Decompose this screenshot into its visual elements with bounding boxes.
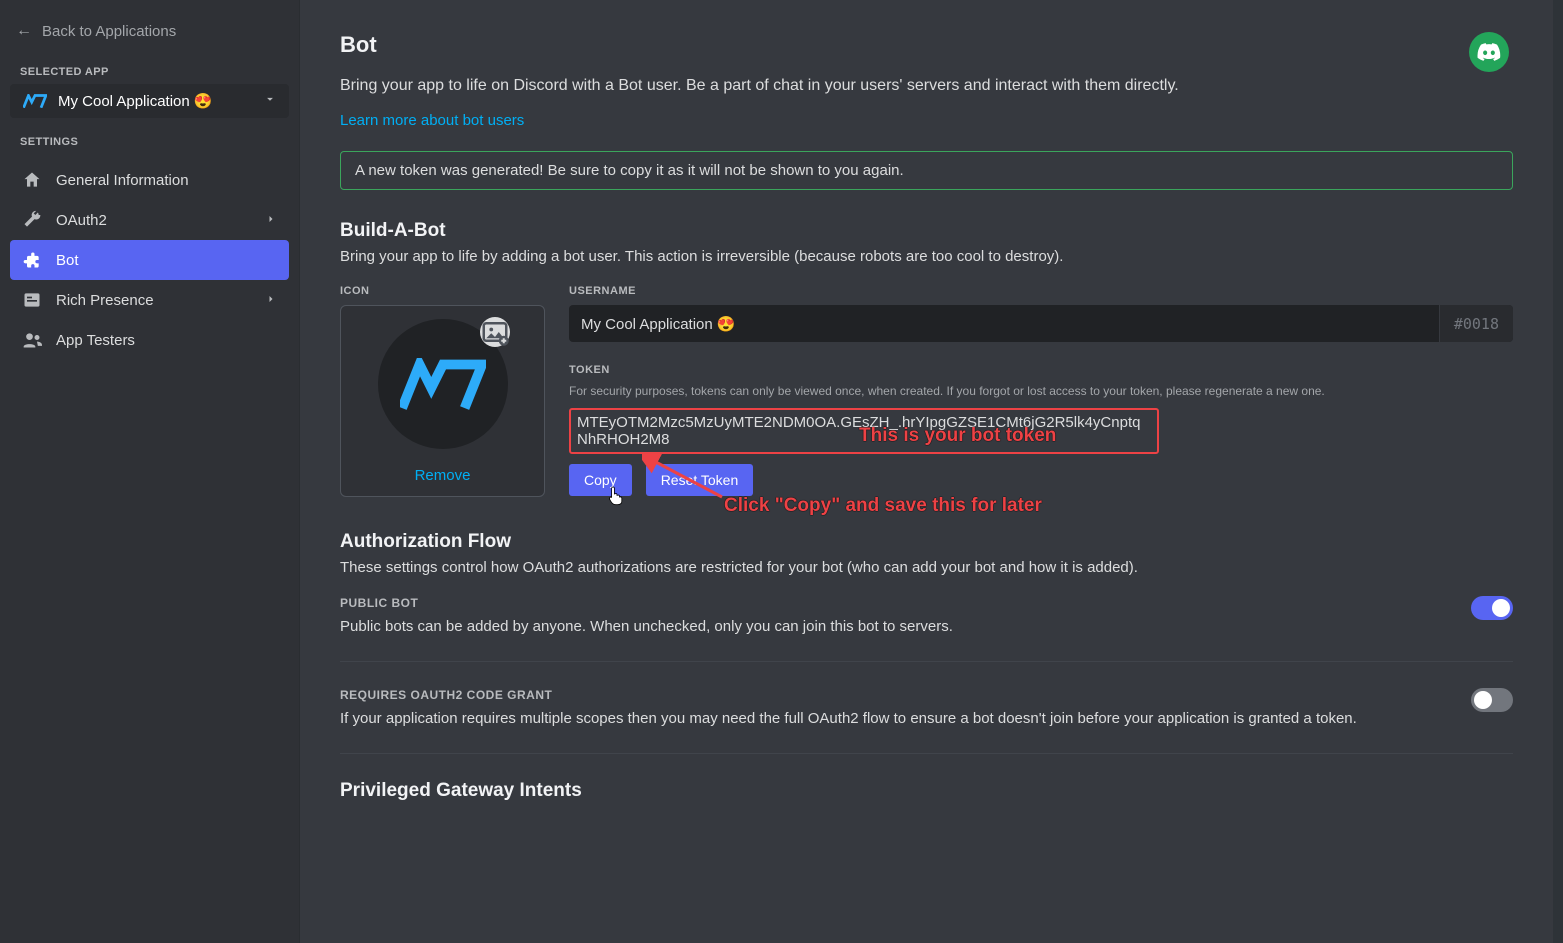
discriminator: #0018: [1439, 305, 1513, 342]
page-subtitle: Bring your app to life on Discord with a…: [340, 74, 1513, 98]
public-bot-toggle[interactable]: [1471, 596, 1513, 620]
settings-heading: SETTINGS: [10, 118, 289, 154]
users-icon: [22, 330, 42, 350]
nav-app-testers[interactable]: App Testers: [10, 320, 289, 360]
back-label: Back to Applications: [42, 23, 176, 40]
page-title: Bot: [340, 32, 1513, 58]
learn-more-link[interactable]: Learn more about bot users: [340, 112, 524, 129]
app-selector[interactable]: My Cool Application 😍: [10, 84, 289, 118]
oauth-grant-title: REQUIRES OAUTH2 CODE GRANT: [340, 688, 1451, 702]
upload-image-icon: [480, 317, 510, 347]
chevron-down-icon: [263, 92, 277, 110]
discord-icon: [1477, 43, 1501, 61]
scrollbar-track[interactable]: [1553, 0, 1563, 943]
public-bot-description: Public bots can be added by anyone. When…: [340, 618, 1451, 635]
chevron-right-icon: [265, 292, 277, 309]
separator: [340, 753, 1513, 754]
annotation-copy: Click "Copy" and save this for later: [724, 495, 1042, 517]
main-content: Bot Bring your app to life on Discord wi…: [300, 0, 1553, 943]
token-hint: For security purposes, tokens can only b…: [569, 384, 1513, 398]
chevron-right-icon: [265, 212, 277, 229]
separator: [340, 661, 1513, 662]
nav-label: Bot: [56, 252, 277, 269]
username-field-wrap: #0018: [569, 305, 1513, 342]
annotation-arrow-icon: [642, 452, 732, 502]
nav-label: App Testers: [56, 332, 277, 349]
bot-icon-uploader[interactable]: Remove: [340, 305, 545, 497]
nav-general-information[interactable]: General Information: [10, 160, 289, 200]
nav-bot[interactable]: Bot: [10, 240, 289, 280]
token-field-label: TOKEN: [569, 364, 1513, 376]
home-icon: [22, 170, 42, 190]
cursor-pointer-icon: [607, 486, 623, 509]
token-generated-alert: A new token was generated! Be sure to co…: [340, 151, 1513, 190]
arrow-left-icon: ←: [16, 22, 32, 40]
icon-field-label: ICON: [340, 285, 545, 297]
bot-avatar: [378, 319, 508, 449]
username-field-label: USERNAME: [569, 285, 1513, 297]
sidebar: ← Back to Applications SELECTED APP My C…: [0, 0, 300, 943]
username-input[interactable]: [569, 305, 1439, 342]
card-icon: [22, 290, 42, 310]
oauth-grant-description: If your application requires multiple sc…: [340, 710, 1451, 727]
privileged-intents-title: Privileged Gateway Intents: [340, 780, 1513, 802]
puzzle-icon: [22, 250, 42, 270]
nav-label: Rich Presence: [56, 292, 251, 309]
nav-label: OAuth2: [56, 212, 251, 229]
oauth-grant-toggle[interactable]: [1471, 688, 1513, 712]
authorization-flow-title: Authorization Flow: [340, 531, 1513, 553]
public-bot-title: PUBLIC BOT: [340, 596, 1451, 610]
discord-logo-chip[interactable]: [1469, 32, 1509, 72]
app-logo-icon: [22, 92, 48, 110]
app-selector-name: My Cool Application 😍: [58, 92, 253, 110]
annotation-token: This is your bot token: [859, 425, 1056, 447]
settings-nav: General Information OAuth2 Bot Rich Pres…: [10, 160, 289, 360]
nav-rich-presence[interactable]: Rich Presence: [10, 280, 289, 320]
nav-oauth2[interactable]: OAuth2: [10, 200, 289, 240]
build-a-bot-subtitle: Bring your app to life by adding a bot u…: [340, 248, 1513, 265]
remove-icon-link[interactable]: Remove: [415, 467, 471, 484]
build-a-bot-title: Build-A-Bot: [340, 220, 1513, 242]
back-to-applications[interactable]: ← Back to Applications: [10, 14, 289, 48]
wrench-icon: [22, 210, 42, 230]
authorization-flow-subtitle: These settings control how OAuth2 author…: [340, 559, 1513, 576]
selected-app-heading: SELECTED APP: [10, 48, 289, 84]
nav-label: General Information: [56, 172, 277, 189]
